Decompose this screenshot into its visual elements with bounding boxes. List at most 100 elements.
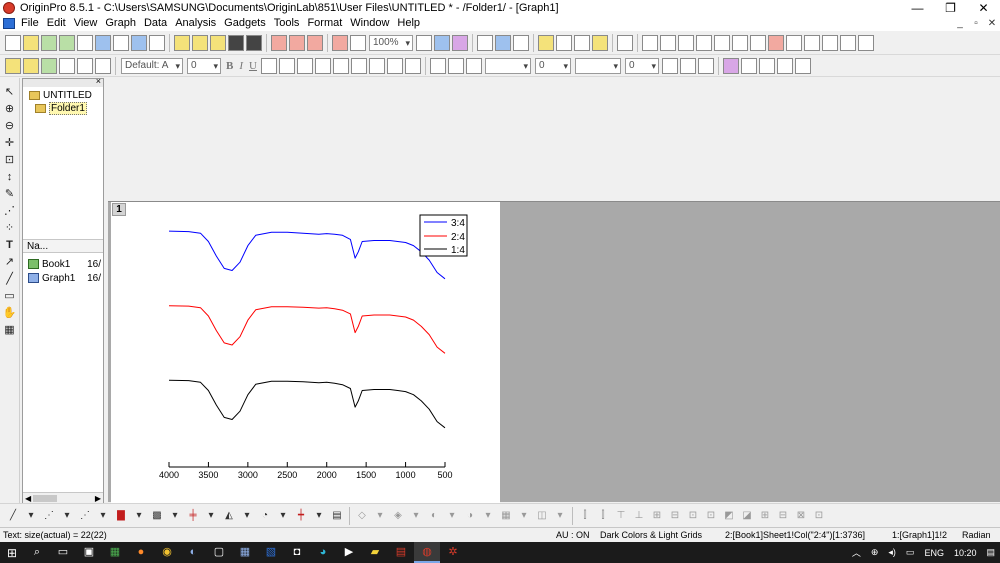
new-workbook-icon[interactable] xyxy=(41,34,57,51)
font-color-icon[interactable] xyxy=(404,57,421,74)
mdi-close-button[interactable]: ✕ xyxy=(984,18,1000,29)
italic-button[interactable]: I xyxy=(239,60,243,72)
menu-data[interactable]: Data xyxy=(142,16,173,31)
word-icon[interactable]: ▧ xyxy=(258,542,284,563)
table-icon[interactable] xyxy=(858,34,874,51)
excel-icon[interactable]: ▦ xyxy=(102,542,128,563)
new-excel-icon[interactable] xyxy=(59,34,75,51)
menu-file[interactable]: File xyxy=(19,16,45,31)
line-color-icon[interactable] xyxy=(447,57,464,74)
column-plot-icon[interactable]: ▇ xyxy=(114,509,128,523)
language-indicator[interactable]: ENG xyxy=(924,548,944,558)
status-au[interactable]: AU : ON xyxy=(556,528,590,542)
mask-icon[interactable] xyxy=(59,57,75,74)
origin-taskbar-icon[interactable]: ◍ xyxy=(414,542,440,563)
new-matrix-icon[interactable] xyxy=(95,34,111,51)
import-single-icon[interactable] xyxy=(271,34,287,51)
dropdown-icon[interactable]: ▾ xyxy=(96,509,110,523)
mask-data-icon[interactable] xyxy=(722,57,739,74)
template-library-icon[interactable]: ▤ xyxy=(330,509,344,523)
dropdown-icon[interactable]: ▾ xyxy=(517,509,531,523)
list-item-graph1[interactable]: Graph1 16/ xyxy=(23,271,103,285)
duplicate-icon[interactable] xyxy=(452,34,468,51)
layer-right-icon[interactable] xyxy=(678,34,694,51)
superscript-icon[interactable] xyxy=(260,57,277,74)
store-icon[interactable]: ▣ xyxy=(76,542,102,563)
front-icon[interactable]: ◩ xyxy=(722,509,736,523)
photos-icon[interactable]: ▦ xyxy=(232,542,258,563)
area-plot-icon[interactable]: ◭ xyxy=(222,509,236,523)
dropdown-icon[interactable]: ▾ xyxy=(409,509,423,523)
fill-color-icon[interactable] xyxy=(429,57,446,74)
window-app-icon[interactable]: ▢ xyxy=(206,542,232,563)
clock[interactable]: 10:20 xyxy=(954,548,977,558)
status-angle[interactable]: Radian xyxy=(962,528,991,542)
project-explorer-icon[interactable] xyxy=(513,34,529,51)
command-window-icon[interactable] xyxy=(556,34,572,51)
subscript-icon[interactable] xyxy=(278,57,295,74)
open-excel-icon[interactable] xyxy=(210,34,226,51)
3d-plot-icon[interactable]: ▩ xyxy=(150,509,164,523)
dropdown-icon[interactable]: ▾ xyxy=(168,509,182,523)
insert-graph-icon[interactable]: ▦ xyxy=(3,323,17,337)
firefox-icon[interactable]: ● xyxy=(128,542,154,563)
scroll-right-icon[interactable]: ▶ xyxy=(95,494,101,503)
network-icon[interactable]: ⊕ xyxy=(871,547,879,558)
decrease-font-icon[interactable] xyxy=(350,57,367,74)
draw-data-icon[interactable]: ✎ xyxy=(3,187,17,201)
legend[interactable]: 3:4 2:4 1:4 xyxy=(419,214,468,257)
grid-style-icon[interactable] xyxy=(697,57,714,74)
search-icon[interactable]: ⌕ xyxy=(24,542,50,563)
menu-edit[interactable]: Edit xyxy=(45,16,72,31)
layer-split-icon[interactable] xyxy=(768,34,784,51)
battery-icon[interactable]: ▭ xyxy=(906,547,915,558)
mdi-minimize-button[interactable]: _ xyxy=(952,18,968,29)
digitizer-icon[interactable] xyxy=(574,34,590,51)
symbol-size-icon[interactable] xyxy=(679,57,696,74)
layer-merge-icon[interactable] xyxy=(750,34,766,51)
script-window-icon[interactable] xyxy=(538,34,554,51)
supersub-icon[interactable] xyxy=(296,57,313,74)
explorer-scrollbar[interactable]: ◀ ▶ xyxy=(23,492,103,503)
dropdown-icon[interactable]: ▾ xyxy=(445,509,459,523)
pattern-select[interactable] xyxy=(574,57,621,74)
hand-tool-icon[interactable]: ✋ xyxy=(3,306,17,320)
align-hcenter-icon[interactable]: ⊞ xyxy=(650,509,664,523)
region-mask-icon[interactable]: ⋰ xyxy=(3,204,17,218)
rectangle-tool-icon[interactable]: ▭ xyxy=(3,289,17,303)
dropdown-icon[interactable]: ▾ xyxy=(240,509,254,523)
import-multiple-icon[interactable] xyxy=(289,34,305,51)
menu-window[interactable]: Window xyxy=(348,16,395,31)
underline-button[interactable]: U xyxy=(249,60,257,72)
heatmap-icon[interactable]: ▦ xyxy=(499,509,513,523)
tree-root[interactable]: UNTITLED xyxy=(23,89,103,102)
new-layout-icon[interactable] xyxy=(131,34,147,51)
date-time-icon[interactable] xyxy=(840,34,856,51)
scale-in-icon[interactable]: ⁘ xyxy=(3,221,17,235)
menu-help[interactable]: Help xyxy=(395,16,426,31)
color-icon[interactable] xyxy=(95,57,111,74)
dropdown-icon[interactable]: ▾ xyxy=(204,509,218,523)
ungroup-icon[interactable]: ⊟ xyxy=(776,509,790,523)
same-width-icon[interactable]: ⊡ xyxy=(686,509,700,523)
data-selector-icon[interactable]: ⊡ xyxy=(3,153,17,167)
layer-contents-icon[interactable] xyxy=(786,34,802,51)
windows-start-icon[interactable]: ⊞ xyxy=(0,546,24,560)
tray-expand-icon[interactable]: ︿ xyxy=(852,546,861,559)
spacing-icon[interactable] xyxy=(386,57,403,74)
scroll-thumb[interactable] xyxy=(33,494,58,502)
zoom-select[interactable]: 100% xyxy=(369,34,413,51)
layer-manager-icon[interactable] xyxy=(804,34,820,51)
font-size-select[interactable]: 0 xyxy=(187,57,221,74)
results-log-icon[interactable] xyxy=(495,34,511,51)
line-plot-icon[interactable]: ╱ xyxy=(6,509,20,523)
series-line-1-4[interactable] xyxy=(168,379,446,429)
select-icon[interactable] xyxy=(41,57,57,74)
close-button[interactable]: ✕ xyxy=(967,0,1000,16)
print-icon[interactable] xyxy=(416,34,432,51)
align-vcenter-icon[interactable]: ⊟ xyxy=(668,509,682,523)
layer-bottom-icon[interactable] xyxy=(714,34,730,51)
menu-graph[interactable]: Graph xyxy=(103,16,142,31)
new-graph-icon[interactable] xyxy=(77,34,93,51)
object-edit-icon[interactable] xyxy=(794,57,811,74)
